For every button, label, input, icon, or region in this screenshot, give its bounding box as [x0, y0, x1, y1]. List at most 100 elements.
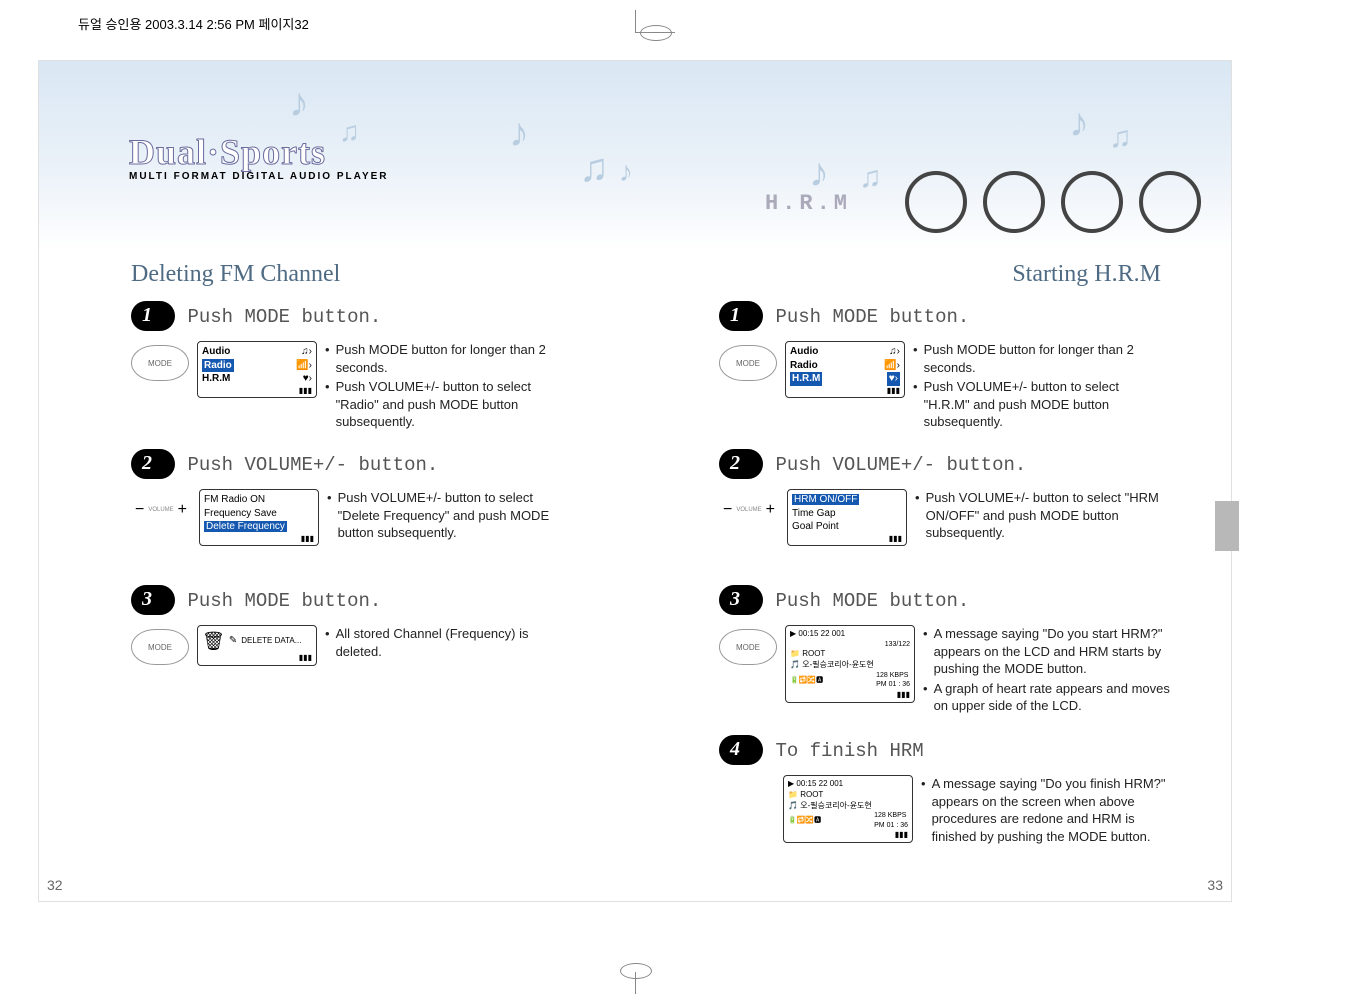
hrm-label: H.R.M [765, 191, 851, 216]
lcd-kbps: 128 KBPS [874, 812, 906, 819]
banner-circles [905, 171, 1201, 233]
lcd-line-selected: Delete Frequency [204, 521, 287, 532]
bullet-text: Push VOLUME+/- button to select "Delete … [338, 489, 577, 542]
heart-icon: ♥› [303, 372, 312, 386]
radio-icon: 📶› [884, 359, 900, 373]
circle-icon [1139, 171, 1201, 233]
lcd-top-line: ▶ 00:15 22 001 [788, 779, 908, 790]
folder-icon: 📁 [790, 649, 800, 658]
right-step-2: 2 Push VOLUME+/- button. −VOLUME+ HRM ON… [719, 449, 1219, 546]
logo-subtitle: MULTI FORMAT DIGITAL AUDIO PLAYER [129, 171, 389, 182]
battery-icon: ▮▮▮ [792, 534, 902, 545]
status-icons: 🔋🔁🔀🅰 [788, 816, 821, 825]
lcd-screen: Audio♫› Radio📶› H.R.M♥› ▮▮▮ [197, 341, 317, 398]
lcd-time: PM 01 : 36 [876, 681, 910, 688]
mode-button-icon: MODE [131, 629, 189, 665]
heart-icon: ♥› [887, 372, 900, 386]
music-note-icon: ♪ [809, 151, 829, 196]
side-tab [1215, 501, 1239, 551]
music-note-icon: ♪ [509, 111, 529, 156]
music-note-icon: ♫ [579, 146, 609, 191]
step-badge-2: 2 [719, 449, 763, 479]
left-step-1: 1 Push MODE button. MODE Audio♫› Radio📶›… [131, 301, 631, 433]
crop-mark-top [595, 10, 675, 50]
battery-icon: ▮▮▮ [790, 386, 900, 397]
folder-icon: 📁 [788, 790, 798, 799]
step-badge-4: 4 [719, 735, 763, 765]
mode-button-icon: MODE [131, 345, 189, 381]
music-note-icon: ♫ [1109, 121, 1132, 155]
lcd-track: 오-필승코리아-윤도현 [802, 660, 874, 669]
lcd-line: H.R.M [202, 372, 230, 386]
logo-title: Dual·Sports [129, 131, 389, 173]
bullet-text: A graph of heart rate appears and moves … [934, 680, 1173, 715]
lcd-screen: FM Radio ON Frequency Save Delete Freque… [199, 489, 319, 546]
lcd-screen: ▶ 00:15 22 001 📁 ROOT 🎵 오-필승코리아-윤도현 🔋🔁🔀🅰… [783, 775, 913, 843]
bullet-text: Push VOLUME+/- button to select "Radio" … [336, 378, 575, 431]
step-heading: To finish HRM [775, 740, 923, 762]
right-step-3: 3 Push MODE button. MODE ▶ 00:15 22 001 … [719, 585, 1219, 717]
step-badge-2: 2 [131, 449, 175, 479]
product-logo: Dual·Sports MULTI FORMAT DIGITAL AUDIO P… [129, 131, 389, 182]
music-note-icon: ♫ [859, 161, 882, 195]
music-icon: ♫› [889, 345, 900, 359]
lcd-line-selected: HRM ON/OFF [792, 494, 859, 505]
lcd-ratio: 133/122 [790, 640, 910, 649]
lcd-line: Audio [790, 345, 818, 359]
battery-icon: ▮▮▮ [202, 653, 312, 664]
battery-icon: ▮▮▮ [788, 830, 908, 841]
left-section-title: Deleting FM Channel [131, 261, 340, 288]
lcd-screen: ▶ 00:15 22 001 133/122 📁 ROOT 🎵 오-필승코리아-… [785, 625, 915, 703]
music-note-icon: ♪ [1069, 101, 1089, 146]
music-icon: ♫› [301, 345, 312, 359]
trash-icon: 🗑 [202, 629, 225, 653]
lcd-kbps: 128 KBPS [876, 672, 908, 679]
right-step-1: 1 Push MODE button. MODE Audio♫› Radio📶›… [719, 301, 1219, 433]
page-spread: ♪ ♫ ♪ ♫ ♪ ♪ ♫ ♪ ♫ Dual·Sports MULTI FORM… [38, 60, 1232, 902]
music-note-icon: ♪ [619, 156, 633, 188]
step-badge-1: 1 [131, 301, 175, 331]
bullet-text: Push VOLUME+/- button to select "H.R.M" … [924, 378, 1163, 431]
lcd-root: ROOT [802, 649, 825, 658]
file-icon: 🎵 [790, 660, 800, 669]
file-icon: 🎵 [788, 801, 798, 810]
lcd-top-line: ▶ 00:15 22 001 [790, 629, 910, 640]
circle-icon [983, 171, 1045, 233]
step-bullets: A message saying "Do you start HRM?" app… [923, 625, 1173, 717]
battery-icon: ▮▮▮ [202, 386, 312, 397]
bullet-text: Push MODE button for longer than 2 secon… [336, 341, 575, 376]
right-step-4: 4 To finish HRM ▶ 00:15 22 001 📁 ROOT 🎵 … [719, 735, 1219, 847]
step-bullets: A message saying "Do you finish HRM?" ap… [921, 775, 1171, 847]
step-heading: Push MODE button. [187, 306, 381, 328]
radio-icon: 📶› [296, 359, 312, 373]
page-number-right: 33 [1207, 877, 1223, 893]
lcd-root: ROOT [800, 790, 823, 799]
lcd-screen: HRM ON/OFF Time Gap Goal Point ▮▮▮ [787, 489, 907, 546]
lcd-screen: 🗑 ✎ DELETE DATA... ▮▮▮ [197, 625, 317, 666]
step-bullets: Push MODE button for longer than 2 secon… [913, 341, 1163, 433]
step-badge-3: 3 [131, 585, 175, 615]
lcd-text: DELETE DATA... [241, 637, 301, 646]
lcd-line: Goal Point [792, 520, 902, 534]
circle-icon [905, 171, 967, 233]
bullet-text: Push VOLUME+/- button to select "HRM ON/… [926, 489, 1165, 542]
lcd-line: Frequency Save [204, 507, 314, 521]
lcd-line-selected: H.R.M [790, 372, 822, 386]
bullet-text: All stored Channel (Frequency) is delete… [336, 625, 575, 660]
battery-icon: ▮▮▮ [204, 534, 314, 545]
lcd-time: PM 01 : 36 [874, 822, 908, 829]
step-heading: Push MODE button. [187, 590, 381, 612]
lcd-line: Radio [790, 359, 818, 373]
lcd-line: Time Gap [792, 507, 902, 521]
print-header: 듀얼 승인용 2003.3.14 2:56 PM 페이지32 [78, 14, 309, 33]
volume-button-icon: −VOLUME+ [719, 493, 779, 527]
music-note-icon: ♪ [289, 81, 309, 126]
left-step-2: 2 Push VOLUME+/- button. −VOLUME+ FM Rad… [131, 449, 631, 546]
circle-icon [1061, 171, 1123, 233]
page-number-left: 32 [47, 877, 63, 893]
left-step-3: 3 Push MODE button. MODE 🗑 ✎ DELETE DATA… [131, 585, 631, 666]
lcd-screen: Audio ♫› Radio 📶› H.R.M ♥› ▮▮▮ [785, 341, 905, 398]
mode-button-icon: MODE [719, 345, 777, 381]
crop-mark-bottom [595, 954, 675, 994]
battery-icon: ▮▮▮ [790, 690, 910, 701]
